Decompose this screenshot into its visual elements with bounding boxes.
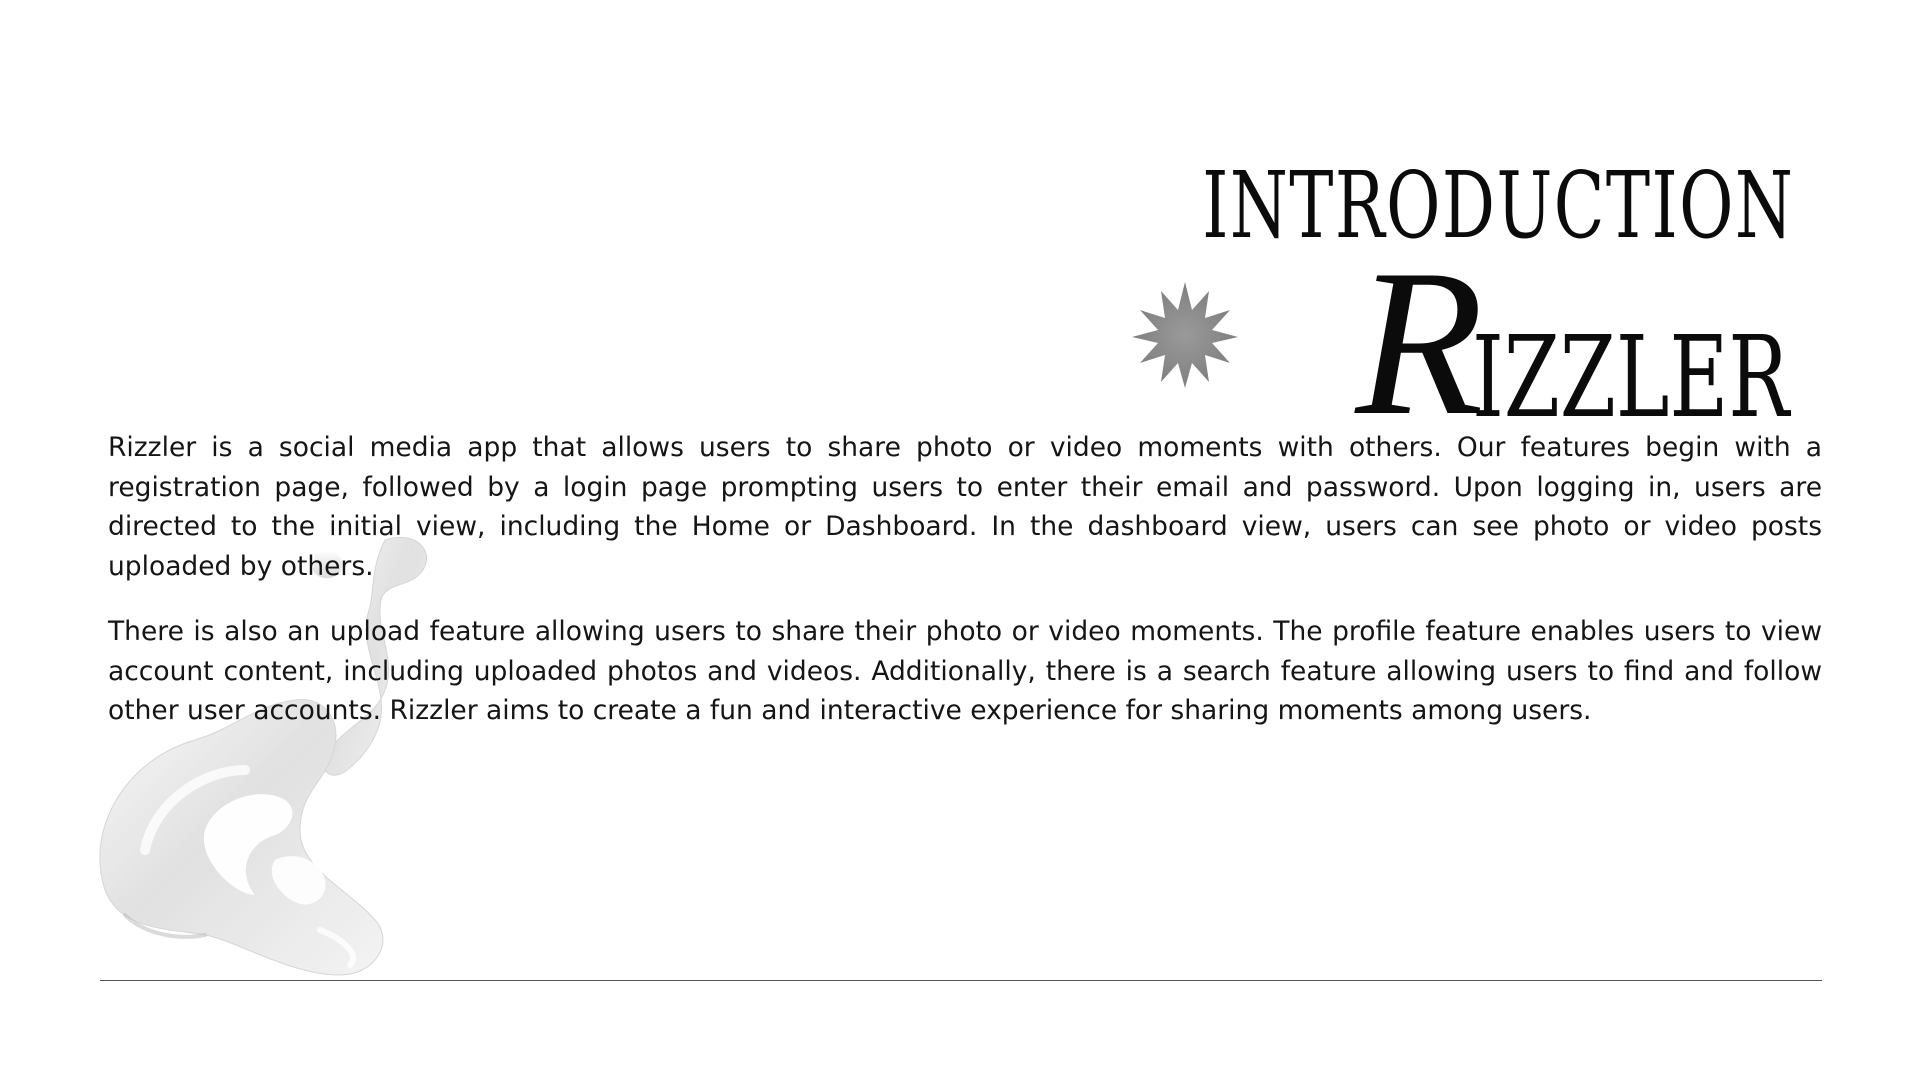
- intro-paragraph-1: Rizzler is a social media app that allow…: [108, 432, 1822, 582]
- brand-title: RIZZLER: [1355, 238, 1794, 448]
- star-burst-icon: [1132, 282, 1238, 388]
- divider-line: [100, 980, 1822, 981]
- intro-paragraph-2: There is also an upload feature allowing…: [108, 616, 1822, 726]
- intro-body: Rizzler is a social media app that allow…: [108, 428, 1822, 757]
- brand-title-initial: R: [1355, 227, 1484, 459]
